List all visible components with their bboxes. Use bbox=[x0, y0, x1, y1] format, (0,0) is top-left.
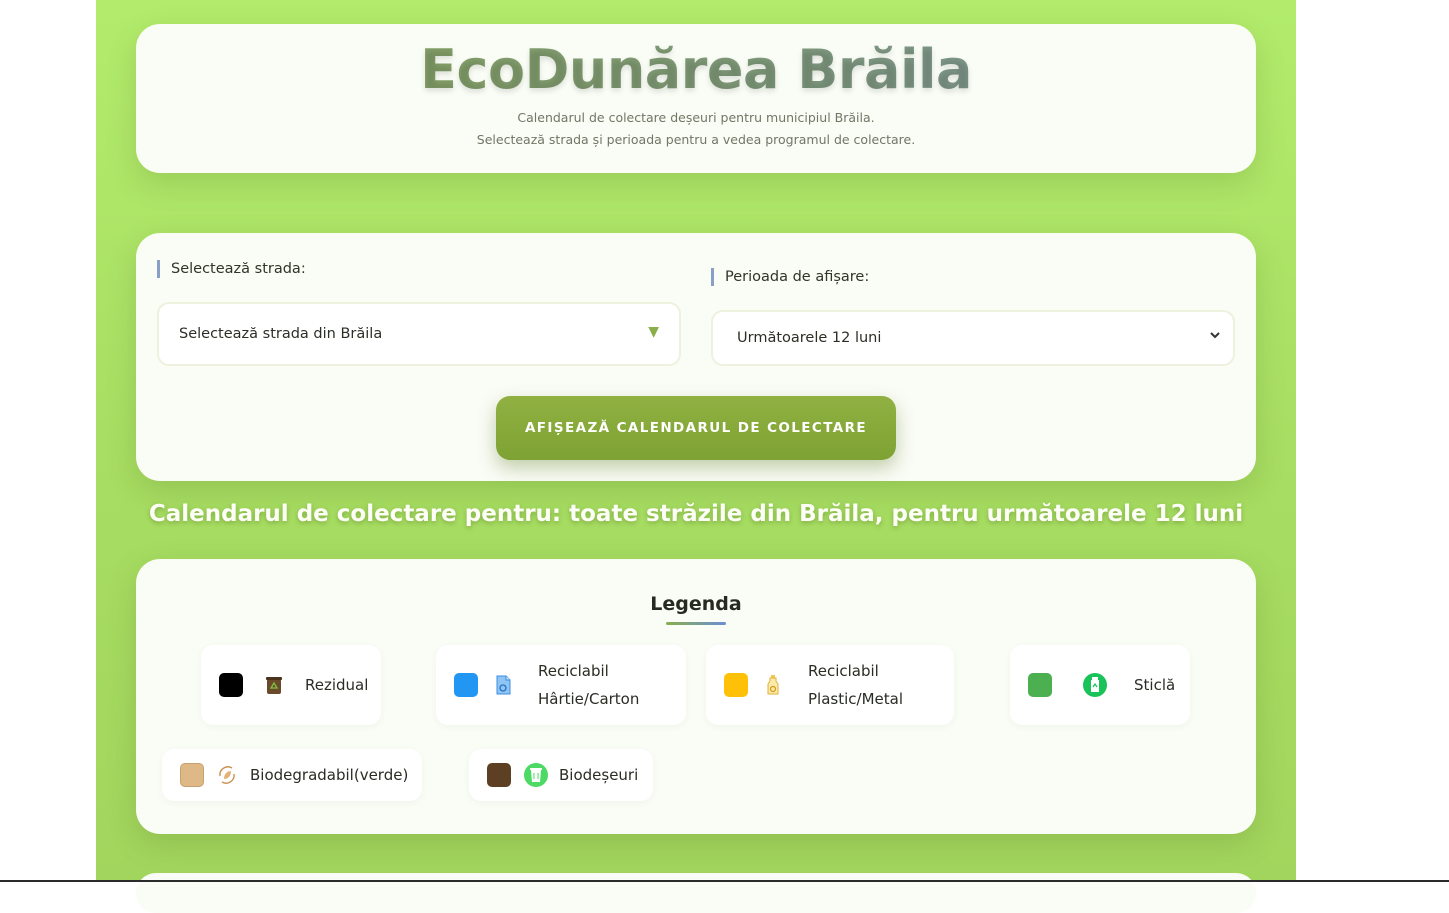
legend-label-line1: Reciclabil bbox=[538, 662, 609, 680]
legend-label-line2: Plastic/Metal bbox=[808, 690, 903, 708]
description-line-2: Selectează strada și perioada pentru a v… bbox=[476, 132, 916, 147]
legend-label: Sticlă bbox=[1134, 676, 1176, 694]
legend-label: Biodegradabil(verde) bbox=[250, 766, 409, 784]
app-title: EcoDunărea Brăila bbox=[136, 38, 1256, 101]
leaf-cycle-icon bbox=[219, 766, 235, 784]
filter-card: Selectează strada: Selectează strada din… bbox=[136, 233, 1256, 481]
legend-item-green-waste: Biodegradabil(verde) bbox=[162, 749, 422, 801]
legend-swatch bbox=[1028, 673, 1052, 697]
legend-title: Legenda bbox=[650, 593, 742, 615]
street-select-value: Selectează strada din Brăila bbox=[179, 326, 383, 342]
paper-recycle-icon bbox=[496, 675, 511, 695]
legend-swatch bbox=[454, 673, 478, 697]
legend-item-plastic: Reciclabil Plastic/Metal bbox=[706, 645, 954, 725]
legend-label-group: Reciclabil Hârtie/Carton bbox=[538, 657, 639, 713]
legend-label-line1: Reciclabil bbox=[808, 662, 879, 680]
glass-recycle-icon bbox=[1083, 673, 1107, 697]
legend-item-glass: Sticlă bbox=[1010, 645, 1190, 725]
result-title: Calendarul de colectare pentru: toate st… bbox=[148, 501, 1244, 527]
plastic-bottle-icon bbox=[767, 675, 779, 695]
legend-card: Legenda Rezidual Reciclabil Hârtie/Carto… bbox=[136, 559, 1256, 834]
legend-label: Rezidual bbox=[305, 676, 369, 694]
period-label: Perioada de afișare: bbox=[711, 268, 869, 286]
street-select[interactable]: Selectează strada din Brăila ▼ bbox=[157, 302, 681, 366]
legend-label: Biodeșeuri bbox=[559, 766, 639, 784]
caret-down-icon: ▼ bbox=[648, 324, 659, 340]
residual-bin-icon bbox=[266, 677, 282, 694]
chevron-down-icon bbox=[1210, 332, 1220, 339]
period-select-value: Următoarele 12 luni bbox=[737, 330, 882, 346]
legend-item-paper: Reciclabil Hârtie/Carton bbox=[436, 645, 686, 725]
legend-item-residual: Rezidual bbox=[201, 645, 381, 725]
legend-swatch bbox=[219, 673, 243, 697]
legend-title-underline bbox=[666, 622, 726, 625]
legend-item-biowaste: Biodeșeuri bbox=[469, 749, 653, 801]
description-line-1: Calendarul de colectare deșeuri pentru m… bbox=[517, 110, 875, 125]
legend-label-line2: Hârtie/Carton bbox=[538, 690, 640, 708]
legend-swatch bbox=[180, 763, 204, 787]
bio-bin-icon bbox=[524, 763, 548, 787]
period-select[interactable]: Următoarele 12 luni bbox=[711, 310, 1235, 366]
show-calendar-button[interactable]: AFIȘEAZĂ CALENDARUL DE COLECTARE bbox=[496, 396, 896, 460]
app-description: Calendarul de colectare deșeuri pentru m… bbox=[136, 107, 1256, 151]
legend-swatch bbox=[487, 763, 511, 787]
header-card: EcoDunărea Brăila Calendarul de colectar… bbox=[136, 24, 1256, 173]
calendar-card-top bbox=[136, 873, 1256, 913]
street-label: Selectează strada: bbox=[157, 260, 306, 278]
legend-swatch bbox=[724, 673, 748, 697]
page-background: EcoDunărea Brăila Calendarul de colectar… bbox=[96, 0, 1296, 913]
legend-label-group: Reciclabil Plastic/Metal bbox=[808, 657, 903, 713]
